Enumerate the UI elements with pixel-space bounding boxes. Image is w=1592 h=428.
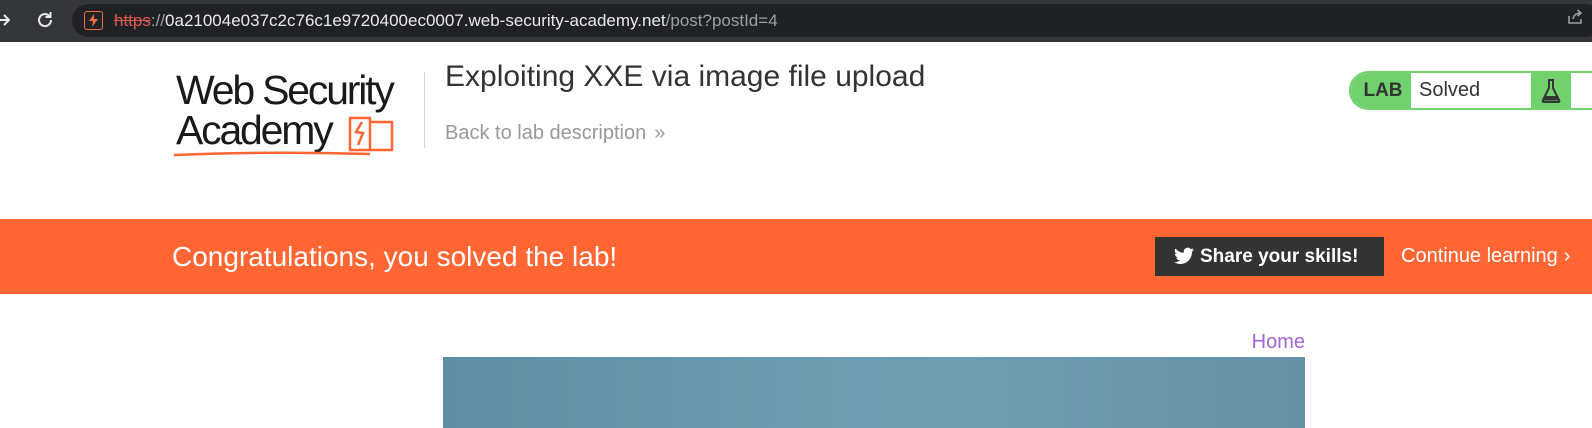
lab-status-widget: LAB Solved: [1349, 71, 1592, 110]
chevron-right-icon: ›: [1563, 245, 1571, 267]
share-your-skills-button[interactable]: Share your skills!: [1155, 237, 1384, 276]
site-favicon-icon: [84, 11, 103, 30]
back-to-lab-description-link[interactable]: Back to lab description »: [445, 122, 665, 145]
browser-toolbar: https://0a21004e037c2c76c1e9720400ec0007…: [0, 0, 1592, 42]
lab-status-text: Solved: [1419, 79, 1481, 101]
url-text[interactable]: https://0a21004e037c2c76c1e9720400ec0007…: [114, 4, 778, 37]
lab-header: Web Security Academy Exploiting XXE via …: [0, 42, 1592, 219]
url-separator: ://: [150, 11, 166, 30]
reload-icon[interactable]: [34, 9, 56, 31]
home-link[interactable]: Home: [1252, 331, 1305, 354]
lab-status-tag: LAB: [1351, 73, 1411, 108]
logo-text-line1: Web Security: [176, 67, 395, 113]
address-bar[interactable]: https://0a21004e037c2c76c1e9720400ec0007…: [72, 4, 1592, 37]
back-link-label: Back to lab description: [445, 122, 647, 144]
share-page-icon[interactable]: [1566, 8, 1584, 26]
logo-bolt-icon: [348, 116, 394, 152]
congratulations-banner: Congratulations, you solved the lab! Sha…: [0, 219, 1592, 294]
blog-post-image: [443, 357, 1305, 428]
web-security-academy-logo[interactable]: Web Security Academy: [172, 68, 422, 160]
continue-learning-link[interactable]: Continue learning ›: [1401, 219, 1570, 294]
double-chevron-right-icon: »: [654, 122, 666, 144]
logo-underline: [173, 151, 371, 157]
continue-learning-label: Continue learning: [1401, 245, 1558, 267]
url-host: 0a21004e037c2c76c1e9720400ec0007.web-sec…: [165, 11, 666, 30]
congratulations-message: Congratulations, you solved the lab!: [172, 241, 618, 272]
lab-title: Exploiting XXE via image file upload: [445, 60, 926, 93]
twitter-icon: [1174, 247, 1194, 264]
logo-text-line2: Academy: [176, 107, 334, 153]
header-divider: [424, 72, 425, 148]
url-scheme: https: [114, 11, 151, 30]
url-path: /post?postId=4: [665, 11, 778, 30]
forward-arrow-icon[interactable]: [0, 9, 14, 31]
share-button-label: Share your skills!: [1200, 246, 1359, 267]
flask-icon: [1531, 73, 1571, 108]
